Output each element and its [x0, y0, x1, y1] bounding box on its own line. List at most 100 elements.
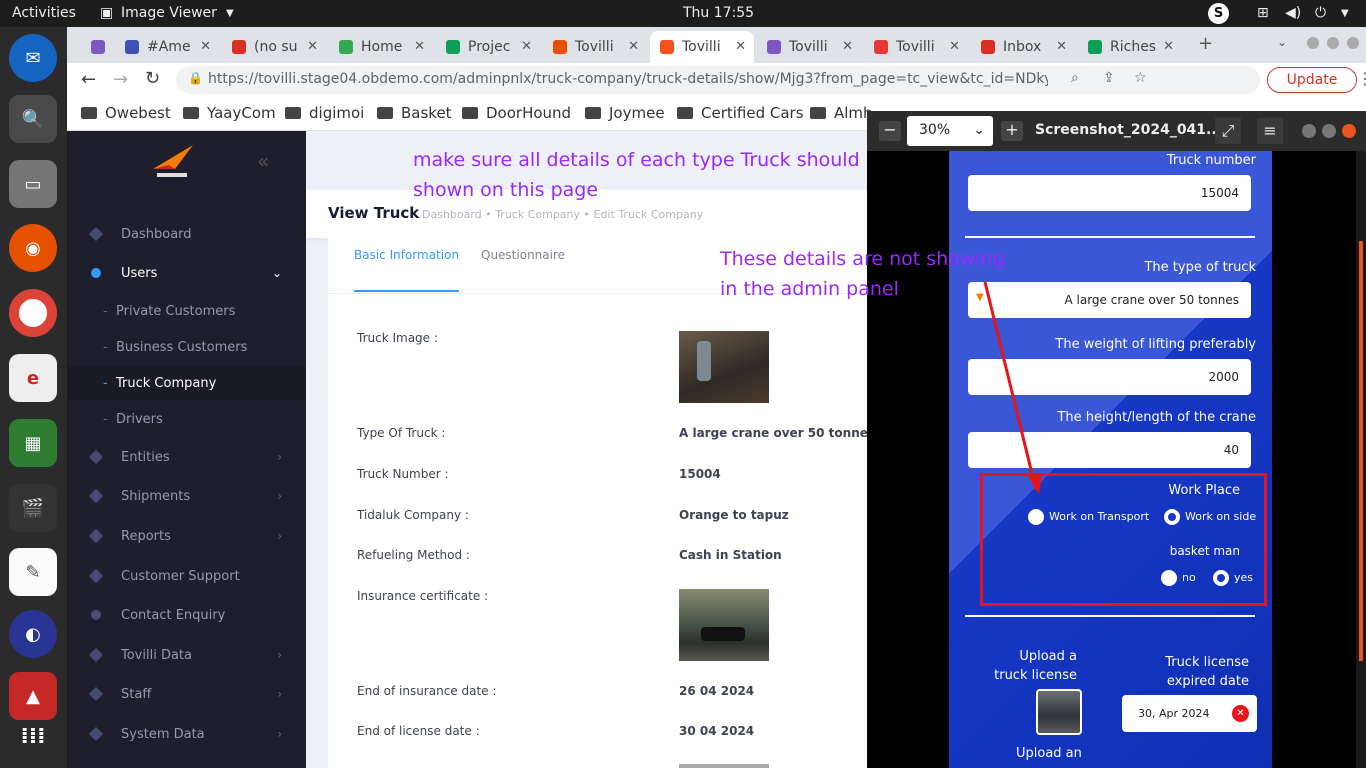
tab-close-icon[interactable]: ✕ — [842, 39, 853, 54]
basket-no-radio[interactable] — [1161, 570, 1177, 586]
tab-close-icon[interactable]: ✕ — [414, 39, 425, 54]
tab-close-icon[interactable]: ✕ — [307, 39, 318, 54]
zoom-out-icon[interactable]: − — [879, 121, 901, 141]
tab-close-icon[interactable]: ✕ — [200, 39, 211, 54]
license-image-partial[interactable] — [679, 764, 769, 768]
browser-tab-active[interactable]: Tovilli ✕ — [650, 31, 754, 63]
address-bar[interactable]: 🔒 https://tovilli.stage04.obdemo.com/adm… — [176, 66, 1260, 94]
bookmark-star-icon[interactable]: ☆ — [1134, 70, 1147, 86]
zoom-level-select[interactable]: 30% ⌄ — [907, 116, 993, 146]
sidebar-item-customer-support[interactable]: Customer Support — [67, 557, 306, 595]
browser-tab[interactable]: Home ✕ — [329, 31, 433, 63]
bookmark-folder[interactable]: Almh — [810, 104, 873, 122]
firefox-icon[interactable]: ◉ — [9, 224, 57, 272]
minimize-icon[interactable] — [1307, 37, 1319, 49]
image-viewer-icon[interactable]: 🔍 — [9, 95, 57, 143]
share-icon[interactable]: ⇪ — [1103, 70, 1115, 86]
browser-tab[interactable]: Inbox ✕ — [971, 31, 1075, 63]
browser-tab[interactable]: Tovilli ✕ — [757, 31, 861, 63]
work-on-transport-radio[interactable] — [1028, 509, 1044, 525]
clock[interactable]: Thu 17:55 — [683, 5, 754, 21]
volume-icon[interactable]: ◀) — [1285, 5, 1301, 21]
bookmark-folder[interactable]: YaayCom — [183, 104, 276, 122]
browser-tab[interactable]: Tovilli ✕ — [864, 31, 968, 63]
sidebar-item-reports[interactable]: Reports › — [67, 517, 306, 555]
reload-icon[interactable]: ↻ — [145, 68, 160, 89]
maximize-icon[interactable] — [1327, 37, 1339, 49]
breadcrumb-item[interactable]: Edit Truck Company — [594, 208, 704, 221]
logo[interactable] — [149, 139, 195, 183]
license-date-field[interactable]: 30, Apr 2024 ✕ — [1122, 695, 1257, 732]
browser-tab[interactable] — [81, 31, 111, 63]
breadcrumb-item[interactable]: Dashboard — [422, 208, 482, 221]
browser-tab[interactable]: (no su ✕ — [222, 31, 326, 63]
sidebar-item-dashboard[interactable]: Dashboard — [67, 215, 306, 253]
truck-number-field[interactable]: 15004 — [968, 175, 1251, 211]
sidebar-item-system-data[interactable]: System Data › — [67, 715, 306, 753]
tab-close-icon[interactable]: ✕ — [628, 39, 639, 54]
calc-icon[interactable]: ▦ — [9, 419, 57, 467]
chrome-menu-icon[interactable]: ⋮ — [1357, 69, 1366, 88]
sidebar-item-users[interactable]: Users ⌄ — [67, 254, 306, 292]
thunderbird-icon[interactable]: ✉ — [9, 34, 57, 82]
tab-close-icon[interactable]: ✕ — [735, 39, 746, 54]
zoom-icon[interactable]: ⌕ — [1071, 70, 1079, 86]
bookmark-folder[interactable]: Joymee — [585, 104, 665, 122]
browser-tab[interactable]: Tovilli ✕ — [543, 31, 647, 63]
sidebar-item-staff[interactable]: Staff › — [67, 675, 306, 713]
breadcrumb-item[interactable]: Truck Company — [495, 208, 580, 221]
skype-tray-icon[interactable]: S — [1208, 3, 1229, 24]
system-menu-chevron-icon[interactable]: ▼ — [1341, 8, 1349, 19]
tab-close-icon[interactable]: ✕ — [949, 39, 960, 54]
text-editor-icon[interactable]: ✎ — [9, 548, 57, 596]
video-editor-icon[interactable]: 🎬 — [9, 484, 57, 532]
chrome-icon[interactable] — [9, 289, 57, 337]
browser-tab[interactable]: Riches ✕ — [1078, 31, 1182, 63]
tab-basic-information[interactable]: Basic Information — [354, 248, 460, 292]
bookmark-folder[interactable]: Certified Cars — [677, 104, 804, 122]
collapse-sidebar-icon[interactable]: « — [257, 149, 269, 173]
browser-tab[interactable]: Projec ✕ — [436, 31, 540, 63]
activities-button[interactable]: Activities — [12, 5, 76, 21]
viewer-scrollbar-thumb[interactable] — [1359, 241, 1363, 661]
viewer-menu-icon[interactable]: ≡ — [1257, 118, 1283, 144]
sidebar-subitem-truck-company[interactable]: - Truck Company — [67, 366, 306, 400]
bookmark-folder[interactable]: Owebest — [81, 104, 171, 122]
power-icon[interactable]: ⏻ — [1315, 5, 1326, 21]
document-viewer-icon[interactable]: e — [9, 354, 57, 402]
network-icon[interactable]: ⊞ — [1257, 5, 1269, 21]
update-button[interactable]: Update — [1267, 67, 1357, 93]
viewer-scrollbar[interactable] — [1356, 151, 1366, 768]
sidebar-item-contact-enquiry[interactable]: Contact Enquiry — [67, 596, 306, 634]
browser-tab[interactable]: #Ame ✕ — [115, 31, 219, 63]
clear-date-icon[interactable]: ✕ — [1232, 705, 1249, 722]
viewer-maximize-icon[interactable] — [1322, 124, 1336, 138]
bookmark-folder[interactable]: Basket — [377, 104, 452, 122]
bookmark-folder[interactable]: digimoi — [285, 104, 364, 122]
sidebar-item-entities[interactable]: Entities › — [67, 438, 306, 476]
bookmark-folder[interactable]: DoorHound — [462, 104, 571, 122]
license-thumbnail[interactable] — [1036, 689, 1082, 735]
viewer-minimize-icon[interactable] — [1302, 124, 1316, 138]
eclipse-icon[interactable]: ◐ — [9, 610, 57, 658]
new-tab-icon[interactable]: + — [1198, 33, 1213, 54]
truck-image[interactable] — [679, 331, 769, 403]
tab-close-icon[interactable]: ✕ — [521, 39, 532, 54]
close-window-icon[interactable] — [1347, 37, 1359, 49]
tab-close-icon[interactable]: ✕ — [1163, 39, 1174, 54]
insurance-certificate-image[interactable] — [679, 589, 769, 661]
work-on-side-radio[interactable] — [1164, 509, 1180, 525]
basket-yes-radio[interactable] — [1213, 570, 1229, 586]
sidebar-subitem-drivers[interactable]: - Drivers — [67, 402, 306, 436]
sidebar-subitem-business-customers[interactable]: - Business Customers — [67, 330, 306, 364]
sidebar-subitem-private-customers[interactable]: - Private Customers — [67, 294, 306, 328]
tab-close-icon[interactable]: ✕ — [1056, 39, 1067, 54]
sidebar-item-tovilli-data[interactable]: Tovilli Data › — [67, 636, 306, 674]
zoom-in-icon[interactable]: + — [1001, 121, 1023, 141]
url-text[interactable]: https://tovilli.stage04.obdemo.com/admin… — [208, 71, 1048, 87]
back-icon[interactable]: ← — [81, 69, 96, 90]
lock-icon[interactable]: 🔒 — [188, 71, 203, 85]
tab-search-chevron-icon[interactable]: ⌄ — [1277, 35, 1287, 49]
viewer-close-icon[interactable] — [1342, 124, 1356, 138]
app-menu[interactable]: Image Viewer — [121, 5, 217, 21]
